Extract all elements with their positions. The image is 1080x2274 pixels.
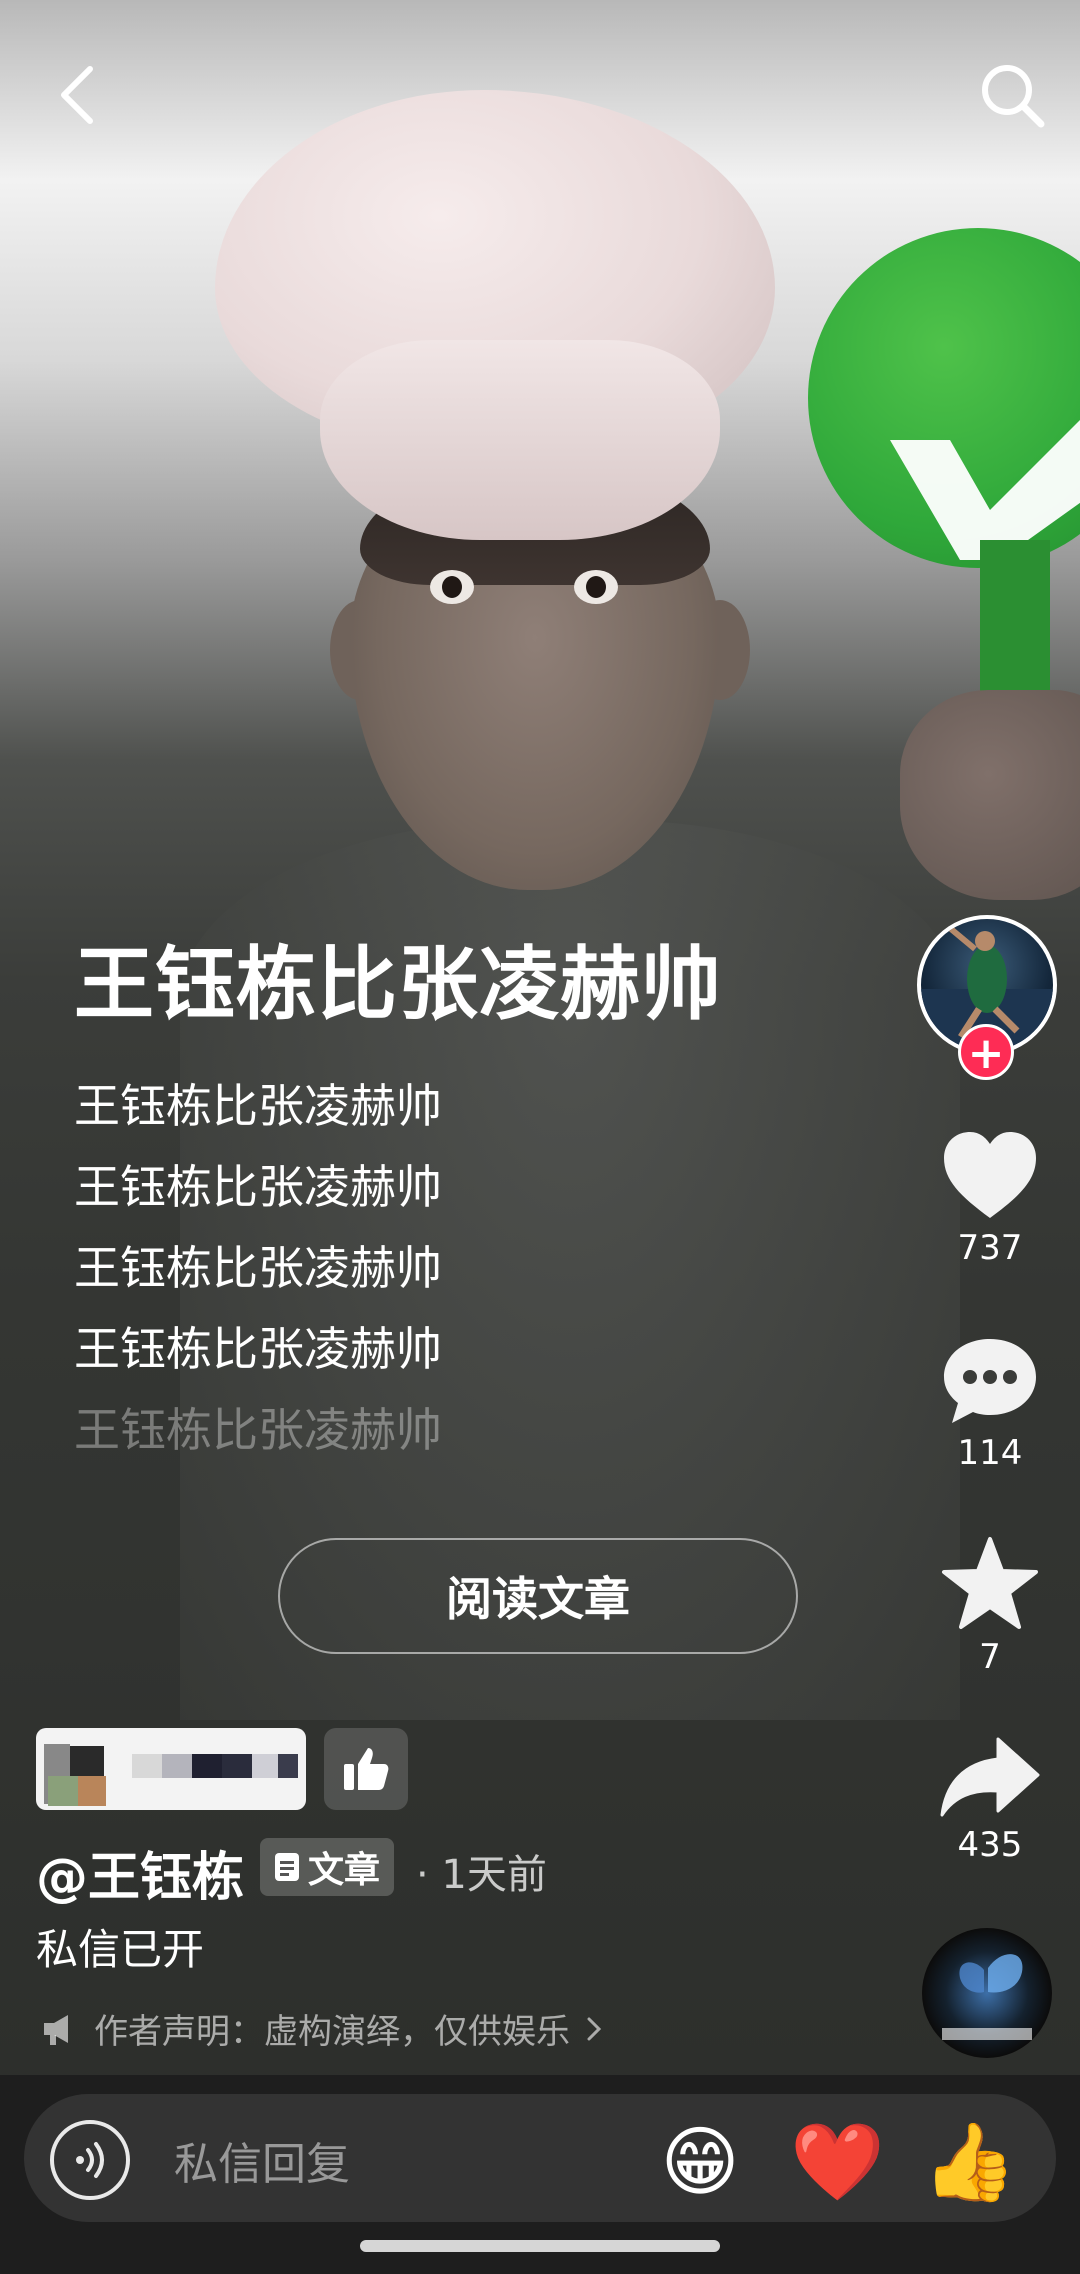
like-count: 737 [957,1228,1023,1268]
chevron-right-icon [587,2017,602,2040]
read-article-button[interactable]: 阅读文章 [278,1538,798,1654]
star-icon [942,1537,1038,1629]
megaphone-icon [44,2014,68,2045]
eye-right [574,570,618,604]
heart-icon [944,1132,1036,1218]
like-button[interactable]: 737 [930,1130,1050,1268]
post-title: 王钰栋比张凌赫帅 [74,938,722,1031]
disclaimer-text: 作者声明：虚构演绎，仅供娱乐 [94,2012,570,2052]
music-disc[interactable] [922,1928,1052,2058]
search-icon [982,65,1045,128]
voice-icon [76,2142,104,2178]
reply-input[interactable]: 私信回复 [174,2128,350,2192]
author-disclaimer[interactable]: 作者声明：虚构演绎，仅供娱乐 [40,2004,604,2053]
post-description: 私信已开 [36,1925,205,1974]
follow-button[interactable]: + [958,1024,1014,1080]
comment-button[interactable]: 114 [930,1335,1050,1473]
heart-emoji-button[interactable]: ❤️ [790,2118,885,2206]
thumbs-up-button[interactable] [324,1728,408,1810]
favorite-count: 7 [979,1637,1001,1677]
thumbs-up-emoji-button[interactable]: 👍 [922,2118,1017,2206]
post-body-lines: 王钰栋比张凌赫帅 王钰栋比张凌赫帅 王钰栋比张凌赫帅 王钰栋比张凌赫帅 王钰栋比… [74,1074,442,1479]
butterfly-icon [942,1954,1032,2040]
post-line: 王钰栋比张凌赫帅 [74,1079,442,1133]
post-line: 王钰栋比张凌赫帅 [74,1403,442,1457]
share-button[interactable]: 435 [930,1735,1050,1865]
post-line: 王钰栋比张凌赫帅 [74,1322,442,1376]
document-icon [275,1853,299,1881]
thumbs-up-icon [344,1748,389,1790]
type-badge-label: 文章 [308,1850,381,1891]
post-line: 王钰栋比张凌赫帅 [74,1160,442,1214]
home-indicator[interactable] [360,2240,720,2252]
blurred-image-tag[interactable] [36,1728,306,1810]
author-name[interactable]: @王钰栋 [36,1835,244,1910]
voice-input-button[interactable] [50,2120,130,2200]
checkmark-icon [890,420,1080,560]
eye-left [430,570,474,604]
share-count: 435 [957,1825,1023,1865]
back-button[interactable] [36,55,116,135]
video-background[interactable]: 王钰栋比张凌赫帅 王钰栋比张凌赫帅 王钰栋比张凌赫帅 王钰栋比张凌赫帅 王钰栋比… [0,0,1080,2075]
search-button[interactable] [972,55,1052,135]
comment-icon [944,1339,1036,1423]
chef-hat-band [320,340,720,540]
favorite-button[interactable]: 7 [930,1535,1050,1677]
post-line: 王钰栋比张凌赫帅 [74,1241,442,1295]
article-type-badge: 文章 [260,1838,395,1896]
post-time: · 1天前 [416,1852,547,1898]
hand-illustration [900,690,1080,900]
share-arrow-icon [940,1737,1040,1817]
comment-count: 114 [957,1433,1023,1473]
grin-emoji-button[interactable]: 😁 [656,2118,744,2206]
chevron-left-icon [61,66,93,124]
